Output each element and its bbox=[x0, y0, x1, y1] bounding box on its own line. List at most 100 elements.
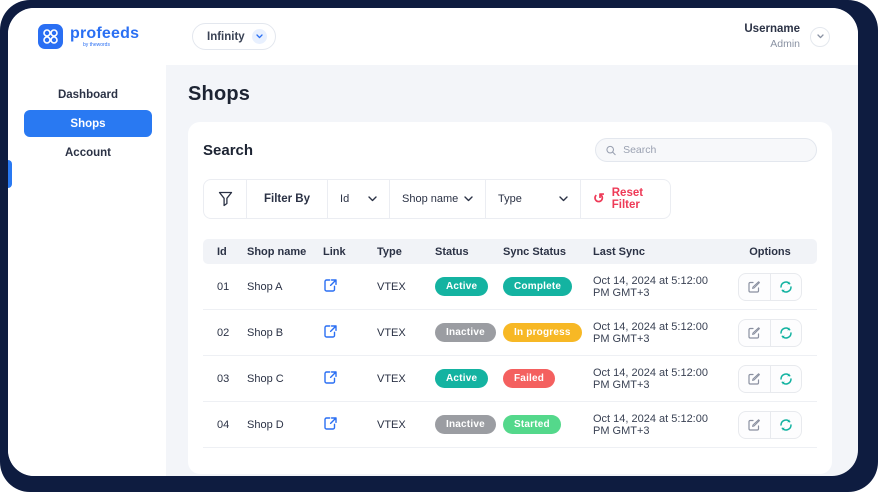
workspace-selector-label: Infinity bbox=[207, 31, 245, 43]
cell-shop-name: Shop C bbox=[247, 373, 323, 385]
sidebar-item-shops[interactable]: Shops bbox=[24, 110, 152, 137]
cell-shop-name: Shop B bbox=[247, 327, 323, 339]
user-name: Username bbox=[744, 22, 800, 38]
table-row: 01 Shop A VTEX Active Complete Oct 14, 2… bbox=[203, 264, 817, 310]
sync-icon bbox=[779, 372, 793, 386]
status-badge: Active bbox=[435, 369, 488, 388]
search-card: Search F bbox=[188, 122, 832, 474]
card-title: Search bbox=[203, 142, 253, 159]
sidebar-item-account[interactable]: Account bbox=[24, 139, 152, 166]
chevron-down-icon bbox=[559, 196, 568, 202]
sync-icon bbox=[779, 280, 793, 294]
external-link-icon[interactable] bbox=[323, 324, 338, 339]
cell-last-sync: Oct 14, 2024 at 5:12:00 PM GMT+3 bbox=[593, 413, 727, 437]
filter-dropdown-shop-name[interactable]: Shop name bbox=[390, 180, 486, 218]
sync-status-badge: Complete bbox=[503, 277, 572, 296]
external-link-icon[interactable] bbox=[323, 278, 338, 293]
col-last-sync: Last Sync bbox=[593, 246, 727, 258]
cell-last-sync: Oct 14, 2024 at 5:12:00 PM GMT+3 bbox=[593, 367, 727, 391]
search-icon bbox=[606, 145, 616, 156]
user-info: Username Admin bbox=[744, 22, 800, 52]
app-frame: profeeds by thewords Infinity Username A… bbox=[0, 0, 878, 492]
sync-icon bbox=[779, 418, 793, 432]
col-type: Type bbox=[377, 246, 435, 258]
cell-type: VTEX bbox=[377, 281, 435, 293]
table-row: 02 Shop B VTEX Inactive In progress Oct … bbox=[203, 310, 817, 356]
cell-shop-name: Shop D bbox=[247, 419, 323, 431]
brand-name: profeeds bbox=[70, 26, 139, 42]
col-link: Link bbox=[323, 246, 377, 258]
edit-icon bbox=[747, 372, 761, 386]
row-options bbox=[738, 319, 802, 347]
status-badge: Active bbox=[435, 277, 488, 296]
status-badge: Inactive bbox=[435, 415, 496, 434]
workspace-selector[interactable]: Infinity bbox=[192, 23, 276, 50]
external-link-icon[interactable] bbox=[323, 370, 338, 385]
filter-by-label: Filter By bbox=[247, 180, 328, 218]
shops-table: Id Shop name Link Type Status Sync Statu… bbox=[203, 239, 817, 448]
table-row: 03 Shop C VTEX Active Failed Oct 14, 202… bbox=[203, 356, 817, 402]
user-menu-button[interactable] bbox=[810, 27, 830, 47]
filter-dropdown-id[interactable]: Id bbox=[328, 180, 390, 218]
cell-last-sync: Oct 14, 2024 at 5:12:00 PM GMT+3 bbox=[593, 275, 727, 299]
cell-type: VTEX bbox=[377, 327, 435, 339]
cell-shop-name: Shop A bbox=[247, 281, 323, 293]
filter-bar: Filter By Id Shop name Type ↺ bbox=[203, 179, 671, 219]
chevron-down-icon bbox=[368, 196, 377, 202]
chevron-down-icon bbox=[464, 196, 473, 202]
cell-last-sync: Oct 14, 2024 at 5:12:00 PM GMT+3 bbox=[593, 321, 727, 345]
sidebar: Dashboard Shops Account bbox=[8, 65, 166, 476]
edit-button[interactable] bbox=[739, 320, 770, 346]
search-input[interactable] bbox=[623, 144, 806, 156]
filter-dropdown-type[interactable]: Type bbox=[486, 180, 581, 218]
status-badge: Inactive bbox=[435, 323, 496, 342]
brand-tagline: by thewords bbox=[83, 43, 139, 48]
row-options bbox=[738, 365, 802, 393]
sync-button[interactable] bbox=[770, 366, 801, 392]
col-sync-status: Sync Status bbox=[503, 246, 593, 258]
brand-logo: profeeds by thewords bbox=[8, 24, 166, 49]
brand-logo-icon bbox=[38, 24, 63, 49]
cell-id: 02 bbox=[217, 327, 247, 339]
cell-type: VTEX bbox=[377, 419, 435, 431]
col-shop-name: Shop name bbox=[247, 246, 323, 258]
active-indicator bbox=[8, 160, 12, 188]
reset-filter-button[interactable]: ↺ Reset Filter bbox=[581, 180, 670, 218]
sync-icon bbox=[779, 326, 793, 340]
main-content: Shops Search bbox=[166, 65, 858, 476]
reset-filter-label: Reset Filter bbox=[612, 187, 658, 211]
chevron-down-icon bbox=[252, 29, 267, 44]
col-options: Options bbox=[727, 246, 813, 258]
search-box[interactable] bbox=[595, 138, 817, 162]
sync-status-badge: Started bbox=[503, 415, 561, 434]
user-role: Admin bbox=[744, 37, 800, 51]
col-status: Status bbox=[435, 246, 503, 258]
reset-icon: ↺ bbox=[593, 191, 605, 205]
cell-id: 03 bbox=[217, 373, 247, 385]
cell-type: VTEX bbox=[377, 373, 435, 385]
app-canvas: profeeds by thewords Infinity Username A… bbox=[8, 8, 858, 476]
edit-icon bbox=[747, 418, 761, 432]
edit-icon bbox=[747, 280, 761, 294]
edit-button[interactable] bbox=[739, 412, 770, 438]
chevron-down-icon bbox=[817, 34, 824, 39]
page-title: Shops bbox=[188, 83, 832, 106]
sync-status-badge: Failed bbox=[503, 369, 555, 388]
cell-id: 04 bbox=[217, 419, 247, 431]
sync-button[interactable] bbox=[770, 274, 801, 300]
sync-status-badge: In progress bbox=[503, 323, 582, 342]
sync-button[interactable] bbox=[770, 320, 801, 346]
external-link-icon[interactable] bbox=[323, 416, 338, 431]
cell-id: 01 bbox=[217, 281, 247, 293]
table-header: Id Shop name Link Type Status Sync Statu… bbox=[203, 239, 817, 264]
edit-button[interactable] bbox=[739, 366, 770, 392]
top-bar: profeeds by thewords Infinity Username A… bbox=[8, 8, 858, 65]
table-row: 04 Shop D VTEX Inactive Started Oct 14, … bbox=[203, 402, 817, 448]
sidebar-item-dashboard[interactable]: Dashboard bbox=[24, 81, 152, 108]
funnel-icon bbox=[218, 191, 233, 207]
edit-icon bbox=[747, 326, 761, 340]
row-options bbox=[738, 273, 802, 301]
filter-funnel-button[interactable] bbox=[204, 180, 247, 218]
sync-button[interactable] bbox=[770, 412, 801, 438]
edit-button[interactable] bbox=[739, 274, 770, 300]
